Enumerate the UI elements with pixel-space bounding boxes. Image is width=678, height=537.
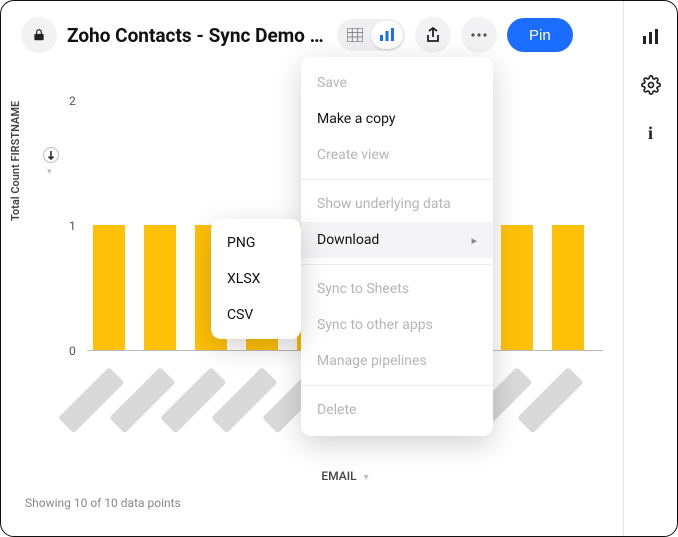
bar-chart-icon — [642, 28, 660, 46]
chart-icon — [379, 28, 395, 42]
chevron-right-icon: ▸ — [471, 234, 477, 247]
main-area: Zoho Contacts - Sync Demo (… Pin Total C… — [1, 1, 623, 536]
topbar: Zoho Contacts - Sync Demo (… Pin — [21, 15, 613, 55]
y-axis-label: Total Count FIRSTNAME — [9, 101, 22, 221]
rail-info-button[interactable]: i — [633, 115, 669, 151]
menu-save[interactable]: Save — [301, 65, 493, 101]
view-toggle — [337, 19, 405, 51]
right-rail: i — [623, 1, 677, 536]
bar-9[interactable] — [501, 225, 533, 350]
more-icon — [471, 33, 487, 37]
menu-delete[interactable]: Delete — [301, 392, 493, 428]
download-csv[interactable]: CSV — [211, 297, 301, 333]
menu-show-underlying[interactable]: Show underlying data — [301, 186, 493, 222]
menu-separator — [301, 385, 493, 386]
download-submenu: PNG XLSX CSV — [211, 219, 301, 339]
bar-10[interactable] — [552, 225, 584, 350]
page-title: Zoho Contacts - Sync Demo (… — [67, 24, 327, 47]
view-toggle-chart[interactable] — [371, 21, 403, 49]
info-icon: i — [648, 123, 653, 144]
share-icon — [426, 27, 440, 43]
menu-download-label: Download — [317, 232, 379, 248]
pin-button[interactable]: Pin — [507, 18, 573, 52]
download-xlsx[interactable]: XLSX — [211, 261, 301, 297]
menu-create-view[interactable]: Create view — [301, 137, 493, 173]
menu-separator — [301, 264, 493, 265]
x-axis-label-row: EMAIL ▾ — [87, 469, 603, 483]
lock-button[interactable] — [21, 17, 57, 53]
rail-settings-button[interactable] — [633, 67, 669, 103]
more-button[interactable] — [461, 17, 497, 53]
y-tick-0: 0 — [69, 344, 76, 358]
gear-icon — [641, 75, 661, 95]
menu-manage-pipelines[interactable]: Manage pipelines — [301, 343, 493, 379]
menu-sync-apps[interactable]: Sync to other apps — [301, 307, 493, 343]
bar-2[interactable] — [144, 225, 176, 350]
y-tick-2: 2 — [69, 94, 76, 108]
y-axis-menu-icon[interactable]: ▾ — [47, 167, 52, 177]
menu-sync-sheets[interactable]: Sync to Sheets — [301, 271, 493, 307]
table-icon — [347, 28, 363, 42]
lock-icon — [32, 28, 46, 42]
chart-footnote: Showing 10 of 10 data points — [25, 496, 181, 510]
bar-1[interactable] — [93, 225, 125, 350]
rail-chart-button[interactable] — [633, 19, 669, 55]
menu-separator — [301, 179, 493, 180]
menu-download[interactable]: Download ▸ — [301, 222, 493, 258]
y-tick-1: 1 — [69, 219, 76, 233]
download-png[interactable]: PNG — [211, 225, 301, 261]
y-axis-sort-button[interactable] — [43, 147, 59, 163]
more-menu: Save Make a copy Create view Show underl… — [301, 57, 493, 436]
chevron-down-icon[interactable]: ▾ — [364, 472, 369, 483]
arrow-down-icon — [47, 150, 55, 160]
menu-make-copy[interactable]: Make a copy — [301, 101, 493, 137]
x-axis-label[interactable]: EMAIL — [321, 469, 356, 483]
share-button[interactable] — [415, 17, 451, 53]
view-toggle-table[interactable] — [339, 21, 371, 49]
